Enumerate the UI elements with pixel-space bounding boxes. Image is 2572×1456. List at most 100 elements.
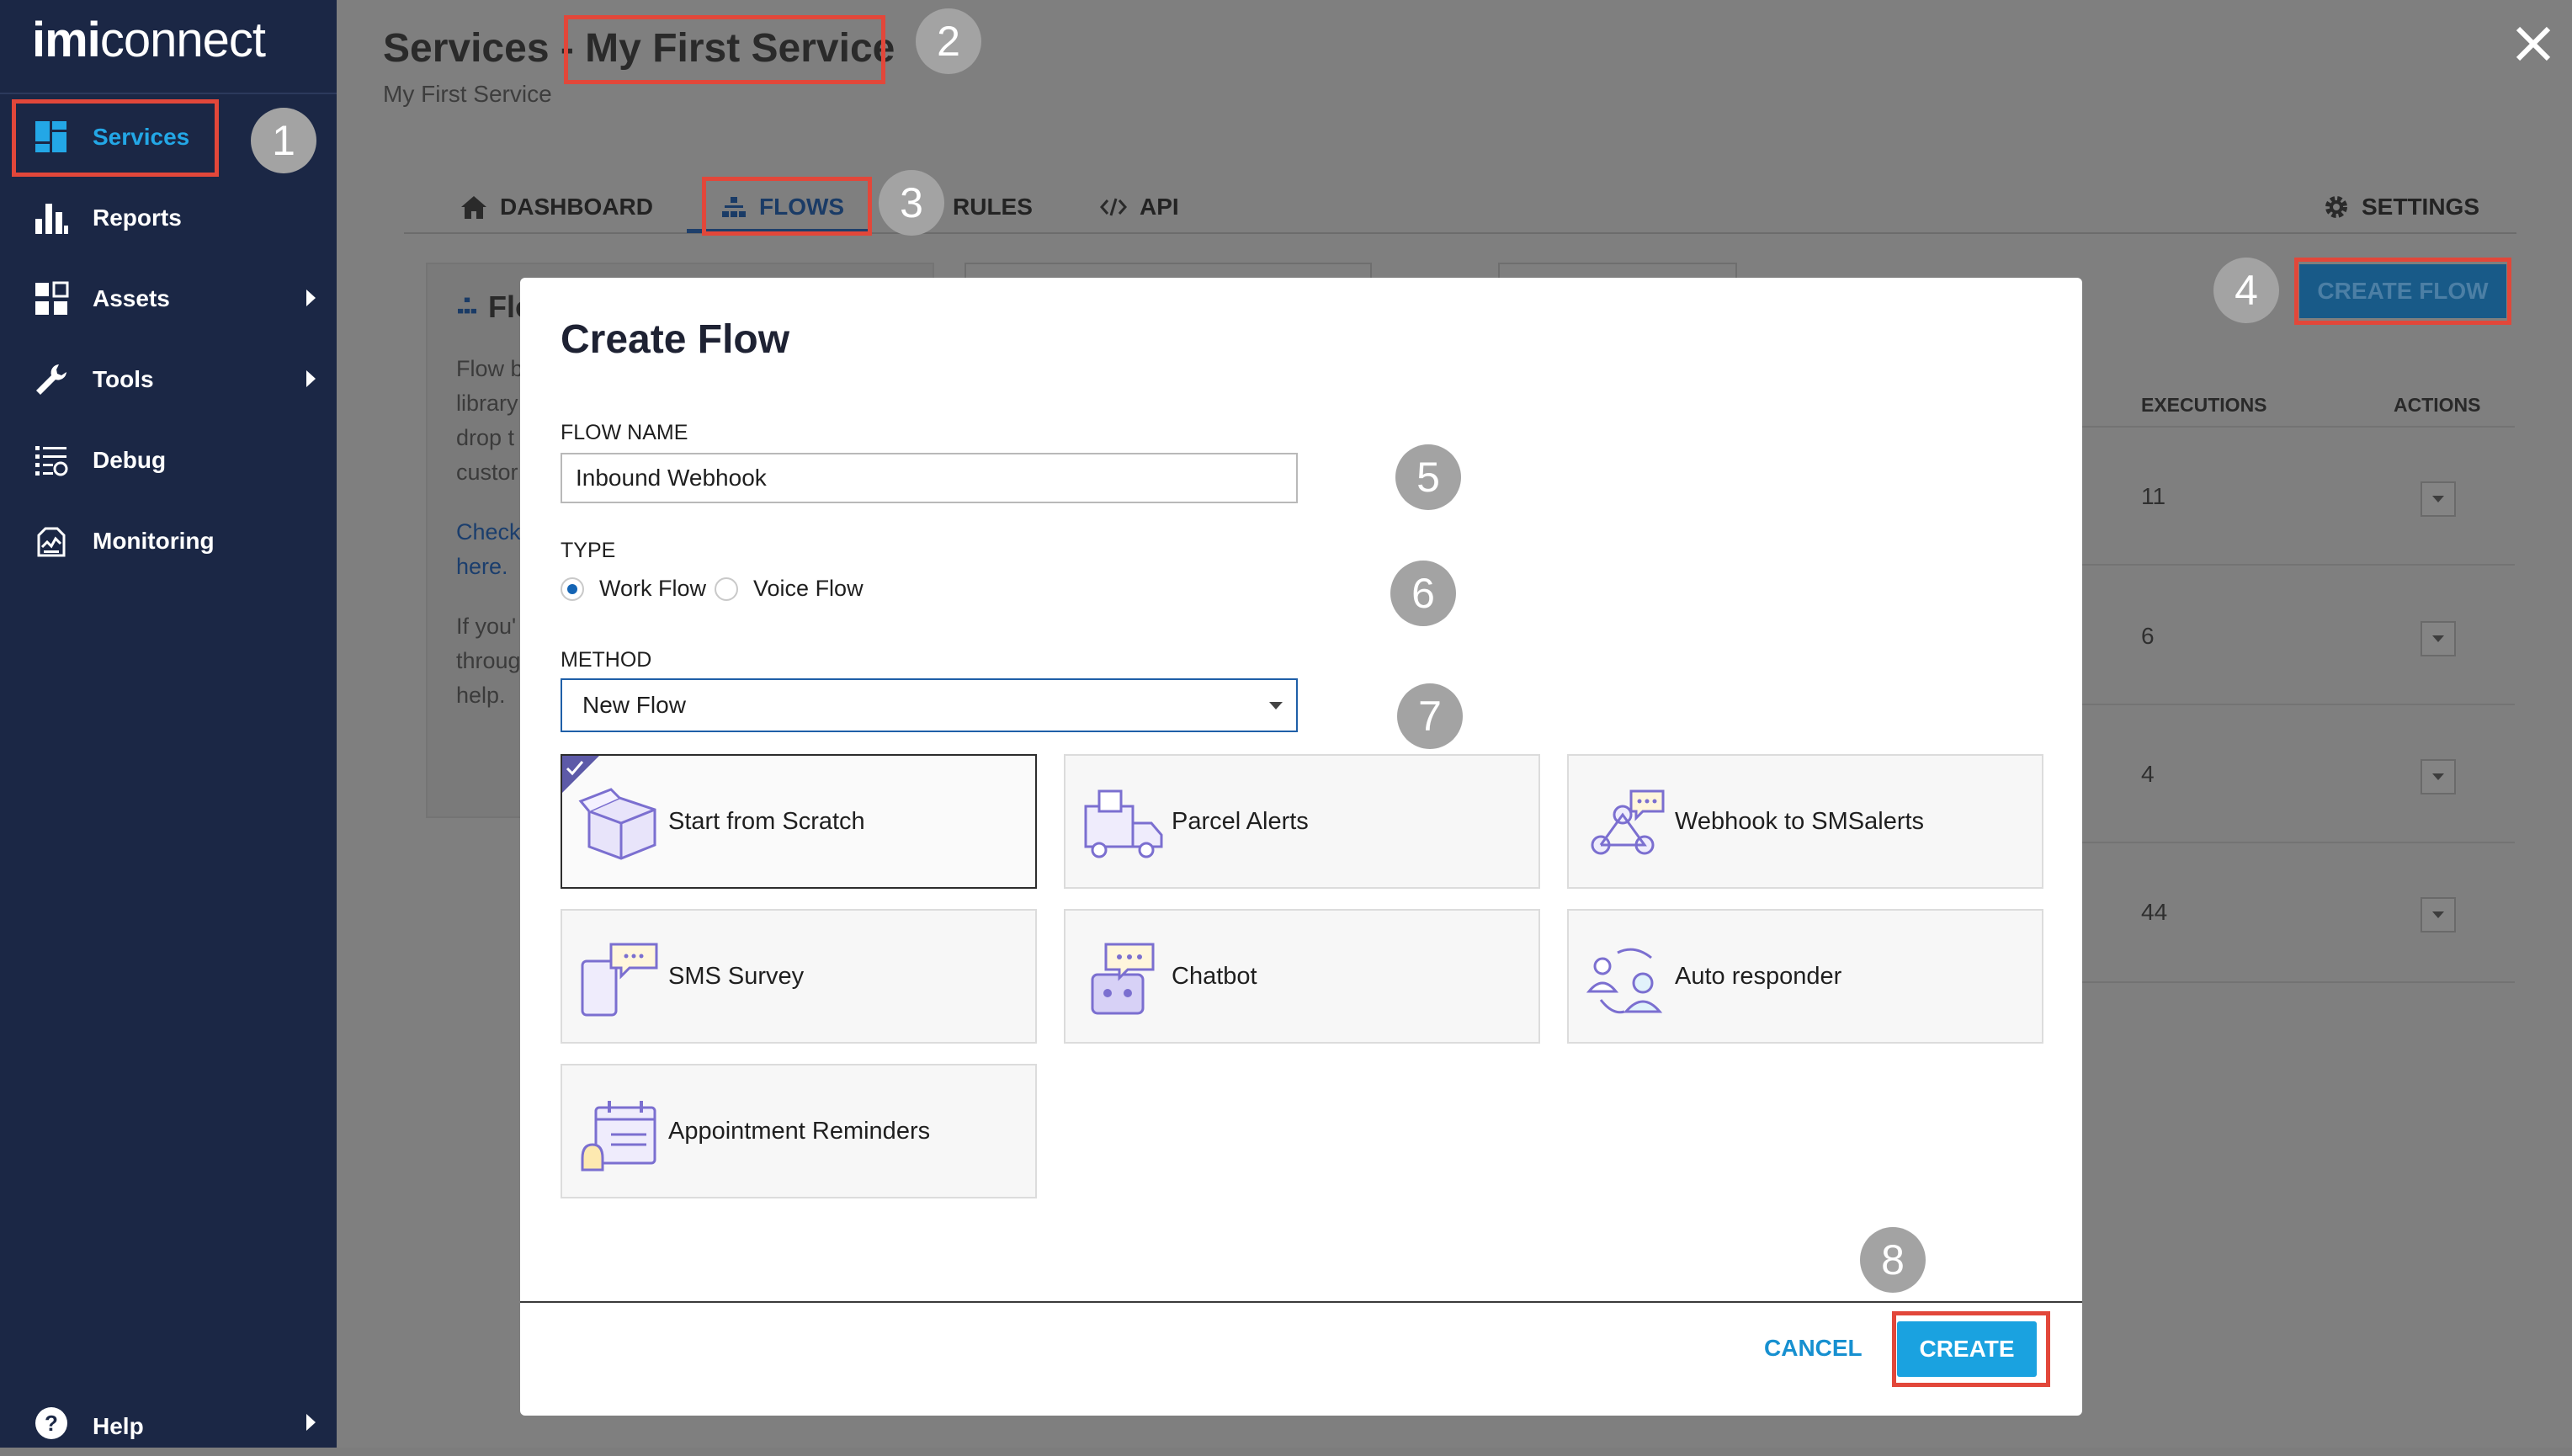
template-label: Start from Scratch [668, 807, 865, 835]
table-cell-executions: 4 [2141, 761, 2155, 787]
template-chatbot[interactable]: Chatbot [1064, 909, 1540, 1044]
highlight-box [12, 99, 219, 177]
flow-name-label: FLOW NAME [561, 421, 688, 444]
row-actions-button[interactable] [2421, 759, 2456, 794]
template-parcel-alerts[interactable]: Parcel Alerts [1064, 754, 1540, 889]
card-link[interactable]: Check [456, 515, 521, 550]
sidebar: imiconnect Services Reports Assets Tools… [0, 0, 337, 1448]
step-badge: 8 [1860, 1227, 1926, 1293]
step-badge: 1 [251, 108, 316, 173]
row-actions-button[interactable] [2421, 481, 2456, 517]
dialog-footer-divider [520, 1301, 2082, 1303]
chevron-right-icon [306, 370, 316, 387]
dialog-title: Create Flow [561, 317, 790, 362]
sidebar-item-label: Debug [93, 447, 167, 473]
sidebar-item-label: Monitoring [93, 528, 215, 554]
sidebar-item-label: Help [93, 1413, 144, 1439]
template-appointment-reminders[interactable]: Appointment Reminders [561, 1064, 1037, 1198]
template-label: Webhook to SMSalerts [1675, 807, 1925, 835]
monitor-icon [37, 527, 66, 557]
sidebar-item-assets[interactable]: Assets [0, 269, 337, 328]
highlight-box [702, 177, 872, 236]
method-select[interactable]: New Flow [561, 678, 1298, 732]
table-divider [2082, 704, 2515, 705]
card-text-line: custor [456, 460, 518, 485]
webhook-icon [1591, 789, 1665, 855]
sidebar-item-tools[interactable]: Tools [0, 350, 337, 409]
row-actions-button[interactable] [2421, 897, 2456, 933]
code-icon [1100, 198, 1127, 216]
debug-list-icon [35, 446, 68, 476]
sidebar-item-label: Reports [93, 205, 182, 231]
highlight-box [2294, 258, 2511, 325]
table-cell-executions: 6 [2141, 623, 2155, 649]
card-link[interactable]: here. [456, 550, 508, 584]
template-label: Auto responder [1675, 962, 1842, 990]
app-logo[interactable]: imiconnect [32, 12, 266, 68]
close-icon[interactable] [2515, 25, 2552, 62]
table-cell-executions: 44 [2141, 899, 2168, 925]
create-flow-dialog: Create Flow FLOW NAME TYPE Work Flow Voi… [520, 278, 2082, 1416]
delivery-truck-icon [1084, 789, 1163, 858]
tab-settings[interactable]: SETTINGS [2323, 194, 2479, 221]
table-divider [2082, 981, 2515, 983]
svg-text:?: ? [45, 1411, 58, 1436]
help-icon: ? [35, 1407, 67, 1439]
table-divider [2082, 426, 2515, 428]
cancel-button[interactable]: CANCEL [1764, 1335, 1863, 1362]
chevron-down-icon [1269, 702, 1283, 709]
template-start-from-scratch[interactable]: Start from Scratch [561, 754, 1037, 889]
table-cell-executions: 11 [2141, 483, 2166, 509]
row-actions-button[interactable] [2421, 621, 2456, 656]
sidebar-item-label: Assets [93, 285, 170, 311]
sidebar-item-monitoring[interactable]: Monitoring [0, 512, 337, 571]
bar-chart-icon [35, 204, 68, 234]
card-text-line: help. [456, 683, 506, 708]
card-text-line: drop t [456, 425, 515, 450]
step-badge: 5 [1395, 444, 1461, 510]
step-badge: 2 [916, 8, 981, 74]
phone-chat-icon [581, 943, 658, 1017]
flows-icon [458, 297, 476, 314]
template-auto-responder[interactable]: Auto responder [1567, 909, 2043, 1044]
sidebar-item-label: Tools [93, 366, 154, 392]
radio-label: Work Flow [599, 576, 707, 601]
card-text-line: Flow b [456, 356, 523, 381]
users-exchange-icon [1586, 948, 1663, 1014]
tab-api[interactable]: API [1099, 194, 1179, 221]
flow-name-input[interactable] [561, 453, 1298, 503]
chevron-right-icon [306, 290, 316, 306]
tab-dashboard[interactable]: DASHBOARD [460, 194, 653, 221]
type-label: TYPE [561, 539, 616, 562]
box-icon [578, 788, 656, 860]
radio-voice-flow[interactable] [715, 577, 739, 601]
tab-rules[interactable]: RULES [953, 194, 1033, 221]
wrench-icon [36, 364, 66, 395]
type-radio-group: Work Flow Voice Flow [561, 576, 864, 602]
template-label: Appointment Reminders [668, 1117, 931, 1145]
table-divider [2082, 842, 2515, 843]
page-subtitle: My First Service [383, 81, 552, 107]
template-sms-survey[interactable]: SMS Survey [561, 909, 1037, 1044]
chevron-right-icon [306, 1414, 316, 1431]
method-label: METHOD [561, 648, 652, 672]
card-text-line: If you' [456, 614, 517, 639]
column-header-executions: EXECUTIONS [2141, 394, 2267, 416]
radio-label: Voice Flow [753, 576, 864, 601]
template-label: Parcel Alerts [1172, 807, 1309, 835]
template-webhook-to-smsalerts[interactable]: Webhook to SMSalerts [1567, 754, 2043, 889]
gear-icon [2325, 196, 2347, 218]
highlight-box [564, 15, 885, 84]
template-label: SMS Survey [668, 962, 805, 990]
calendar-bell-icon [581, 1101, 656, 1172]
table-divider [2082, 564, 2515, 566]
chatbot-icon [1091, 943, 1155, 1015]
home-icon [461, 196, 486, 219]
sidebar-item-reports[interactable]: Reports [0, 189, 337, 247]
step-badge: 7 [1397, 683, 1463, 749]
radio-work-flow[interactable] [561, 577, 584, 601]
card-text-line: library [456, 391, 518, 416]
sidebar-item-debug[interactable]: Debug [0, 431, 337, 490]
sidebar-divider [0, 93, 337, 94]
step-badge: 4 [2213, 258, 2279, 323]
